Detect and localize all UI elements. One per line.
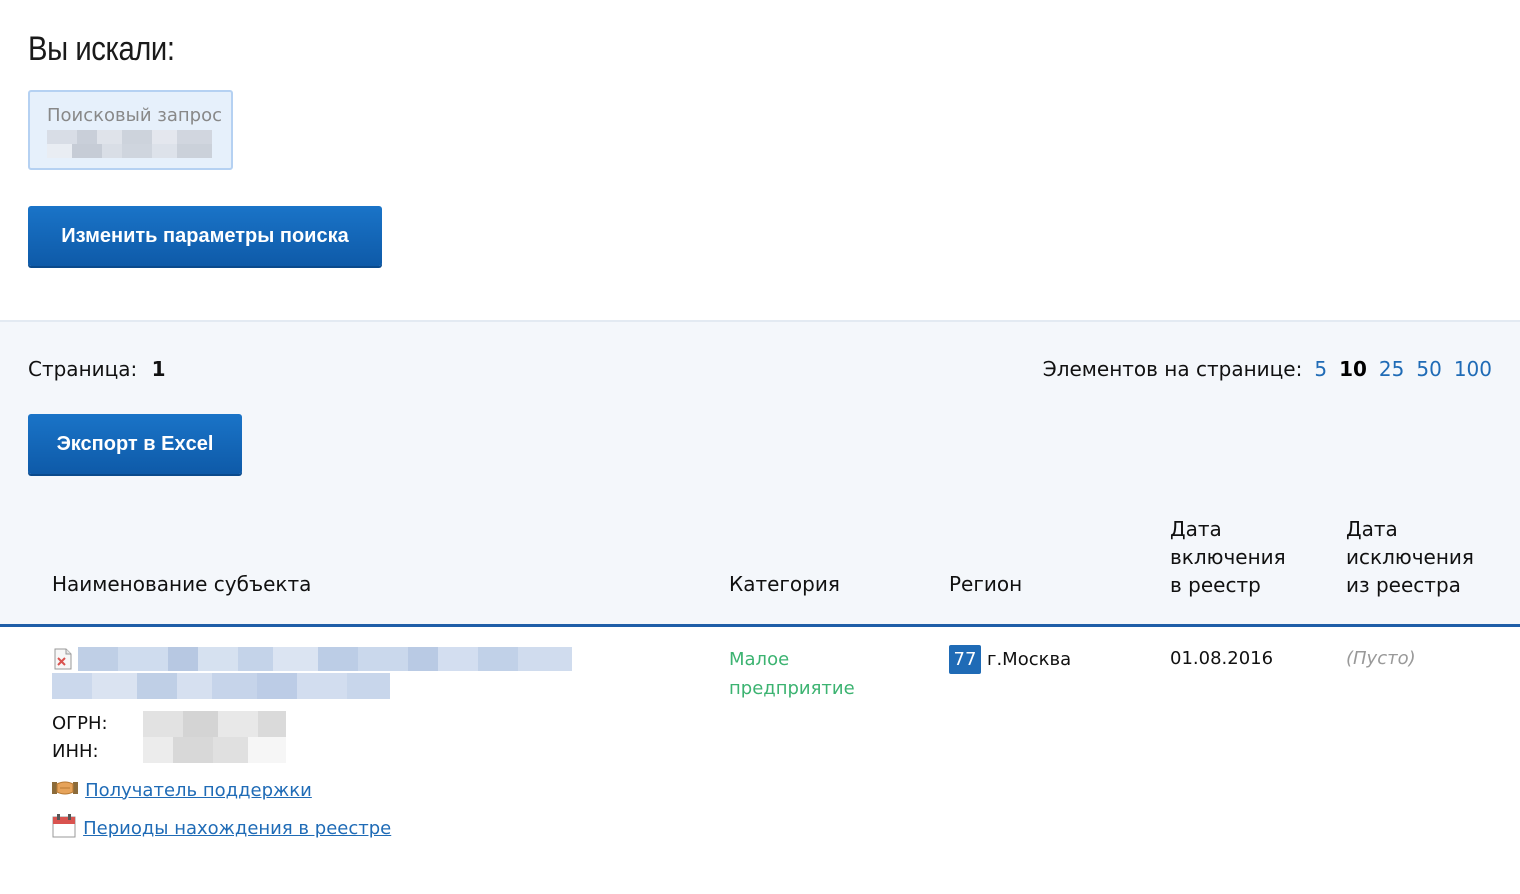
- registry-periods-link-row: Периоды нахождения в реестре: [52, 814, 391, 842]
- page-number: 1: [151, 357, 166, 381]
- company-name-redacted: [78, 647, 572, 671]
- page-label: Страница:: [28, 357, 138, 381]
- region-cell: 77 г.Москва: [949, 645, 1071, 674]
- query-label: Поисковый запрос: [47, 105, 222, 126]
- calendar-icon: [52, 814, 76, 842]
- ogrn-label: ОГРН:: [52, 713, 108, 734]
- per-page-option-25[interactable]: 25: [1379, 357, 1404, 381]
- export-excel-button[interactable]: Экспорт в Excel: [28, 414, 242, 474]
- date-out-cell: (Пусто): [1346, 648, 1416, 669]
- per-page-option-50[interactable]: 50: [1416, 357, 1441, 381]
- support-recipient-link[interactable]: Получатель поддержки: [85, 780, 312, 801]
- items-per-page: Элементов на странице: 5 10 25 50 100: [1043, 357, 1492, 381]
- page-title: Вы искали:: [28, 30, 175, 68]
- handshake-icon: [52, 778, 78, 802]
- support-recipient-link-row: Получатель поддержки: [52, 778, 312, 802]
- per-page-label: Элементов на странице:: [1042, 357, 1303, 381]
- inn-label: ИНН:: [52, 741, 99, 762]
- search-query-chip: Поисковый запрос: [28, 90, 233, 170]
- date-in-cell: 01.08.2016: [1170, 648, 1274, 669]
- header-date-out: Дата исключения из реестра: [1346, 517, 1474, 597]
- region-code-badge: 77: [949, 645, 981, 674]
- query-value-redacted: [47, 130, 212, 158]
- company-name-redacted-line2: [52, 673, 390, 699]
- table-header-divider: [0, 624, 1520, 627]
- per-page-option-10[interactable]: 10: [1339, 357, 1367, 381]
- document-icon: [53, 648, 73, 674]
- region-name: г.Москва: [987, 649, 1072, 670]
- header-date-in: Дата включения в реестр: [1170, 517, 1286, 597]
- per-page-option-100[interactable]: 100: [1454, 357, 1492, 381]
- search-summary: Вы искали: Поисковый запрос Изменить пар…: [0, 0, 1520, 320]
- change-search-button[interactable]: Изменить параметры поиска: [28, 206, 382, 266]
- header-category: Категория: [729, 572, 840, 596]
- category-cell: Малое предприятие: [729, 649, 855, 699]
- registry-periods-link[interactable]: Периоды нахождения в реестре: [83, 818, 391, 839]
- current-page: Страница: 1: [28, 357, 166, 381]
- ogrn-inn-redacted: [143, 711, 286, 763]
- results-toolbar: Страница: 1 Элементов на странице: 5 10 …: [0, 320, 1520, 625]
- per-page-option-5[interactable]: 5: [1314, 357, 1327, 381]
- header-region: Регион: [949, 572, 1023, 596]
- header-name: Наименование субъекта: [52, 572, 312, 596]
